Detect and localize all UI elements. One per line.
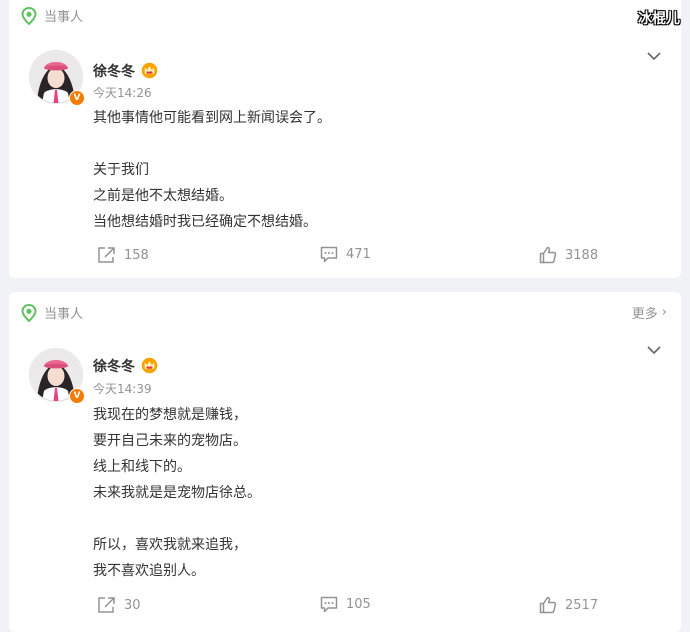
comment-button[interactable]: 471 [320, 246, 371, 263]
comment-count: 105 [346, 597, 371, 612]
share-button[interactable]: 158 [97, 246, 149, 264]
user-name[interactable]: 徐冬冬 [93, 356, 135, 376]
content-line: 我不喜欢追别人。 [93, 563, 205, 579]
topic-tag[interactable]: 当事人 [21, 6, 83, 25]
crown-badge-icon [141, 62, 158, 79]
action-bar: 158 471 3188 [9, 246, 681, 268]
post-time[interactable]: 今天14:39 [93, 380, 152, 397]
comment-count: 471 [346, 247, 371, 262]
like-count: 2517 [565, 597, 599, 613]
crown-badge-icon [141, 357, 158, 374]
avatar[interactable]: V [29, 50, 85, 106]
chevron-right-icon: › [661, 305, 667, 320]
comment-button[interactable]: 105 [320, 596, 371, 613]
content-line: 之前是他不太想结婚。 [93, 188, 233, 204]
like-icon [539, 596, 557, 614]
content-line-blank [93, 506, 261, 532]
like-icon [539, 246, 557, 264]
action-bar: 30 105 2517 [9, 596, 681, 618]
content-line: 未来我就是是宠物店徐总。 [93, 485, 261, 501]
share-icon [98, 597, 115, 613]
chevron-down-icon[interactable] [647, 51, 661, 61]
share-button[interactable]: 30 [97, 596, 141, 614]
user-name[interactable]: 徐冬冬 [93, 61, 135, 81]
like-button[interactable]: 3188 [539, 246, 598, 264]
post-content: 我现在的梦想就是赚钱， 要开自己未来的宠物店。 线上和线下的。 未来我就是是宠物… [93, 402, 261, 584]
content-line: 线上和线下的。 [93, 459, 191, 475]
topic-location-icon [21, 6, 37, 25]
chevron-down-icon[interactable] [647, 345, 661, 355]
content-line: 所以，喜欢我就来追我， [93, 537, 247, 553]
watermark: 冰棍儿 [638, 11, 680, 27]
topic-label: 当事人 [44, 10, 84, 25]
content-line-blank [93, 131, 331, 157]
content-line: 我现在的梦想就是赚钱， [93, 407, 247, 423]
post-card: 当事人 更多 › V 徐冬冬 今天14:39 我现在的梦想就是赚钱， 要开自己未… [9, 292, 681, 632]
more-label: 更多 [631, 307, 658, 322]
share-count: 158 [124, 247, 149, 263]
share-count: 30 [124, 597, 141, 613]
like-button[interactable]: 2517 [539, 596, 598, 614]
comment-icon [320, 596, 338, 613]
post-content: 其他事情他可能看到网上新闻误会了。 关于我们 之前是他不太想结婚。 当他想结婚时… [93, 105, 331, 235]
topic-tag[interactable]: 当事人 [21, 303, 83, 322]
avatar[interactable]: V [29, 348, 85, 404]
content-line: 关于我们 [93, 162, 149, 178]
comment-icon [320, 246, 338, 263]
verified-badge: V [69, 90, 85, 106]
content-line: 当他想结婚时我已经确定不想结婚。 [93, 214, 317, 230]
content-line: 其他事情他可能看到网上新闻误会了。 [93, 110, 331, 126]
more-link[interactable]: 更多 › [632, 303, 667, 322]
post-time[interactable]: 今天14:26 [93, 84, 152, 101]
content-line: 要开自己未来的宠物店。 [93, 433, 247, 449]
topic-location-icon [21, 303, 37, 322]
verified-badge: V [69, 388, 85, 404]
topic-label: 当事人 [44, 307, 84, 322]
share-icon [98, 247, 115, 263]
post-card: 当事人 V 徐冬冬 今天14:26 其他事情他可能看到网上新闻误会了。 关于我们 [9, 0, 681, 278]
like-count: 3188 [565, 247, 599, 263]
